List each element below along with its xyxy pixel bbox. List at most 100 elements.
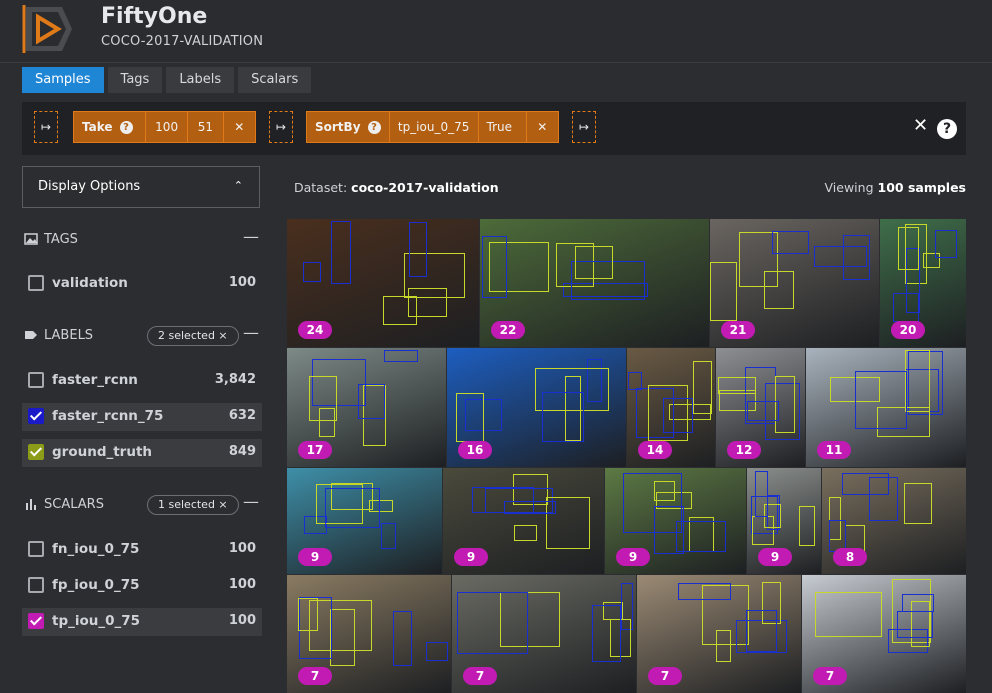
- bounding-box: [455, 392, 485, 442]
- bounding-box: [692, 360, 713, 415]
- display-options-button[interactable]: Display Options ⌃: [22, 166, 260, 208]
- scalar-row-fp-iou[interactable]: fp_iou_0_75 100: [22, 572, 262, 600]
- checkbox-checked[interactable]: [28, 613, 44, 629]
- bounding-box: [481, 236, 508, 298]
- scalar-row-tp-iou[interactable]: tp_iou_0_75 100: [22, 608, 262, 636]
- tp-count-badge: 22: [491, 321, 525, 339]
- fiftyone-logo-icon[interactable]: [22, 3, 76, 55]
- checkbox-checked[interactable]: [28, 408, 44, 424]
- take-size-param[interactable]: 100: [146, 112, 189, 142]
- bounding-box: [715, 630, 731, 662]
- tab-scalars[interactable]: Scalars: [238, 67, 312, 93]
- sample-thumbnail[interactable]: 22: [480, 219, 709, 347]
- take-stage: Take? 100 51 ✕: [73, 111, 256, 143]
- dataset-subtitle: COCO-2017-VALIDATION: [101, 34, 264, 49]
- sample-thumbnail[interactable]: 20: [880, 219, 966, 347]
- add-stage-button[interactable]: ↦: [34, 111, 58, 143]
- sample-thumbnail[interactable]: 9: [287, 468, 442, 574]
- bounding-box: [764, 270, 795, 310]
- tags-section-label: TAGS: [44, 232, 78, 247]
- label-name: faster_rcnn: [52, 372, 138, 388]
- sample-thumbnail[interactable]: 12: [716, 348, 805, 467]
- tp-count-badge: 8: [833, 548, 867, 566]
- scalars-section-header[interactable]: SCALARS 1 selected × —: [22, 492, 260, 515]
- labels-section-header[interactable]: LABELS 2 selected × —: [22, 323, 260, 346]
- scalar-name: tp_iou_0_75: [52, 613, 141, 629]
- checkbox[interactable]: [28, 372, 44, 388]
- sample-grid: 24 22 21 20 17 16 14 12 11 9 9 9 9 8 7 7 7 7: [287, 219, 967, 693]
- help-icon[interactable]: ?: [937, 119, 957, 139]
- sample-thumbnail[interactable]: 9: [605, 468, 746, 574]
- help-icon[interactable]: ?: [119, 121, 133, 134]
- sample-thumbnail[interactable]: 21: [710, 219, 879, 347]
- sample-thumbnail[interactable]: 16: [447, 348, 626, 467]
- tab-samples[interactable]: Samples: [22, 67, 104, 93]
- sample-thumbnail[interactable]: 7: [802, 575, 966, 693]
- sample-thumbnail[interactable]: 7: [287, 575, 451, 693]
- remove-stage-icon[interactable]: ✕: [224, 112, 255, 142]
- bounding-box: [324, 488, 380, 528]
- bounding-box: [772, 230, 810, 255]
- clear-view-icon[interactable]: ✕: [913, 115, 928, 136]
- sortby-field-param[interactable]: tp_iou_0_75: [390, 112, 479, 142]
- tp-count-badge: 7: [813, 667, 847, 685]
- tp-count-badge: 9: [616, 548, 650, 566]
- sample-thumbnail[interactable]: 9: [443, 468, 604, 574]
- tp-count-badge: 24: [298, 321, 332, 339]
- tp-count-badge: 9: [454, 548, 488, 566]
- sample-thumbnail[interactable]: 8: [822, 468, 966, 574]
- tp-count-badge: 11: [817, 441, 851, 459]
- tp-count-badge: 7: [648, 667, 682, 685]
- bounding-box: [622, 473, 682, 533]
- sample-thumbnail[interactable]: 17: [287, 348, 446, 467]
- bounding-box: [575, 245, 613, 280]
- add-stage-button[interactable]: ↦: [269, 111, 293, 143]
- chevron-up-icon: ⌃: [233, 179, 243, 192]
- tag-row-validation[interactable]: validation 100: [22, 270, 262, 298]
- collapse-icon[interactable]: —: [243, 227, 259, 246]
- bounding-box: [935, 229, 958, 259]
- collapse-icon[interactable]: —: [243, 323, 259, 342]
- bounding-box: [627, 372, 642, 391]
- bounding-box: [472, 487, 534, 513]
- checkbox-checked[interactable]: [28, 444, 44, 460]
- bounding-box: [383, 349, 419, 362]
- sample-thumbnail[interactable]: 24: [287, 219, 479, 347]
- checkbox[interactable]: [28, 541, 44, 557]
- scalar-count: 100: [228, 541, 256, 556]
- bounding-box: [542, 392, 585, 443]
- remove-stage-icon[interactable]: ✕: [527, 112, 559, 142]
- checkbox[interactable]: [28, 577, 44, 593]
- label-row-faster-rcnn-75[interactable]: faster_rcnn_75 632: [22, 403, 262, 431]
- collapse-icon[interactable]: —: [243, 492, 259, 511]
- label-count: 632: [228, 408, 256, 423]
- help-icon[interactable]: ?: [367, 121, 381, 134]
- take-seed-param[interactable]: 51: [188, 112, 224, 142]
- bounding-box: [755, 471, 769, 518]
- sortby-reverse-param[interactable]: True: [479, 112, 527, 142]
- bounding-box: [843, 235, 870, 281]
- sample-thumbnail[interactable]: 7: [452, 575, 636, 693]
- label-row-faster-rcnn[interactable]: faster_rcnn 3,842: [22, 367, 262, 395]
- sample-thumbnail[interactable]: 14: [627, 348, 715, 467]
- tags-section-header[interactable]: TAGS —: [22, 227, 260, 250]
- scalar-name: fn_iou_0_75: [52, 541, 140, 557]
- add-stage-button[interactable]: ↦: [572, 111, 596, 143]
- sample-thumbnail[interactable]: 7: [637, 575, 801, 693]
- bounding-box: [297, 597, 319, 632]
- labels-selected-badge[interactable]: 2 selected ×: [147, 326, 239, 346]
- bar-chart-icon: [26, 499, 36, 510]
- sample-thumbnail[interactable]: 9: [747, 468, 821, 574]
- scalars-section-label: SCALARS: [44, 497, 104, 512]
- dataset-name: Dataset: coco-2017-validation: [294, 180, 499, 195]
- bounding-box: [746, 401, 779, 421]
- checkbox[interactable]: [28, 275, 44, 291]
- scalar-count: 100: [228, 577, 256, 592]
- sample-thumbnail[interactable]: 11: [806, 348, 966, 467]
- scalar-row-fn-iou[interactable]: fn_iou_0_75 100: [22, 536, 262, 564]
- scalars-selected-badge[interactable]: 1 selected ×: [147, 495, 239, 515]
- tp-count-badge: 20: [891, 321, 925, 339]
- tab-tags[interactable]: Tags: [107, 67, 163, 93]
- tab-labels[interactable]: Labels: [166, 67, 235, 93]
- label-row-ground-truth[interactable]: ground_truth 849: [22, 439, 262, 467]
